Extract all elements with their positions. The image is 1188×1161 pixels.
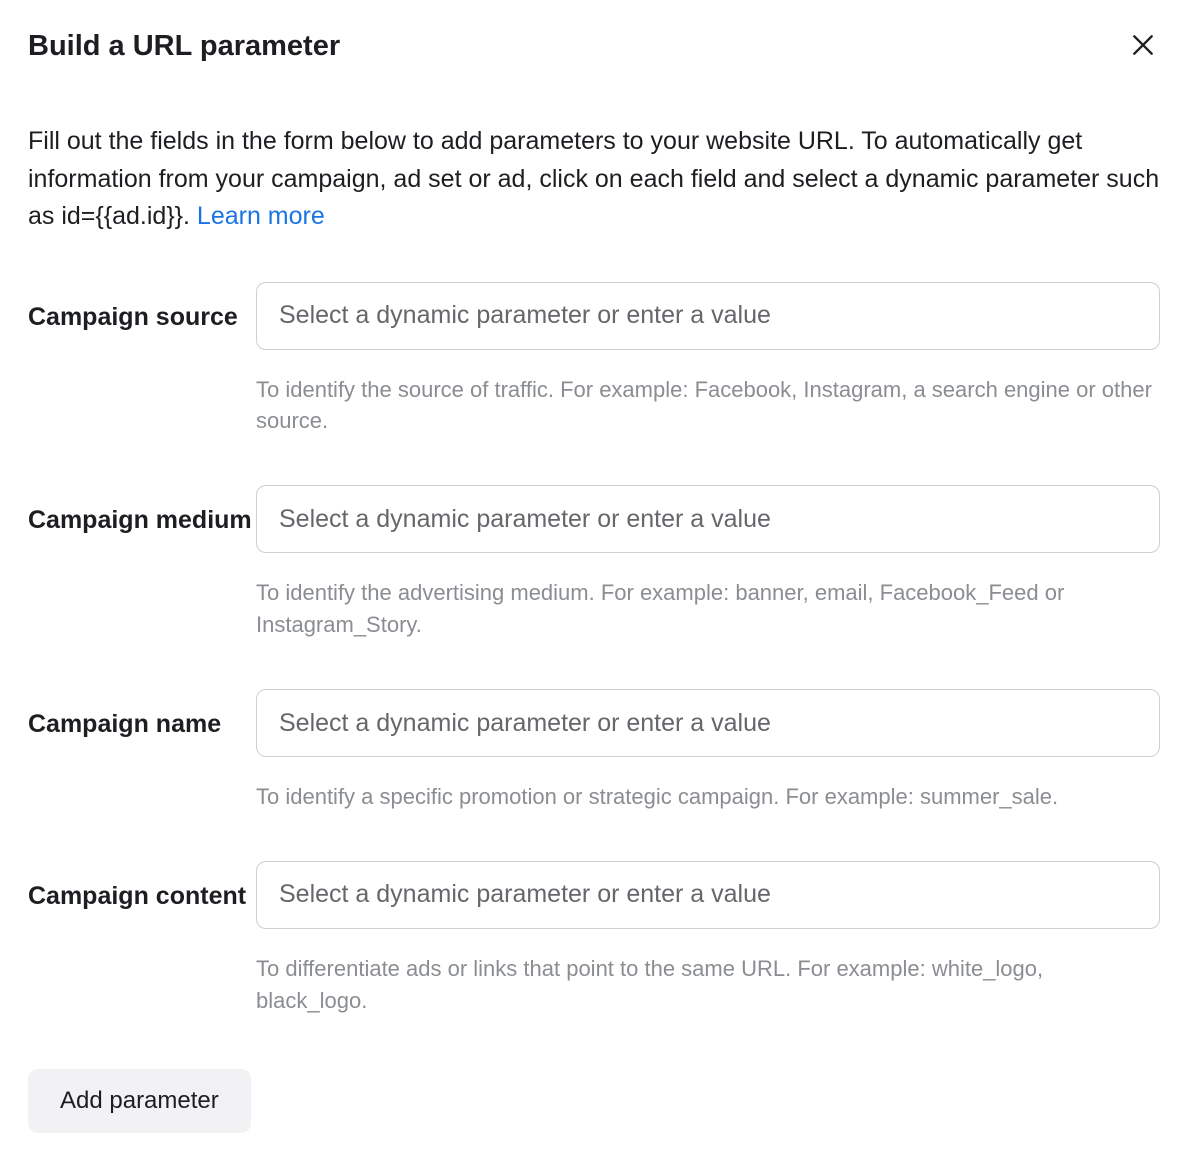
helper-text: To identify the source of traffic. For e… — [256, 374, 1160, 438]
field-campaign-content: Campaign content To differentiate ads or… — [28, 861, 1160, 1017]
close-button[interactable] — [1126, 28, 1160, 65]
field-label: Campaign content — [28, 861, 256, 916]
campaign-name-input[interactable] — [256, 689, 1160, 757]
helper-text: To identify the advertising medium. For … — [256, 577, 1160, 641]
description: Fill out the fields in the form below to… — [28, 123, 1160, 236]
field-label: Campaign source — [28, 282, 256, 337]
add-parameter-button[interactable]: Add parameter — [28, 1069, 251, 1133]
field-label: Campaign name — [28, 689, 256, 744]
page-title: Build a URL parameter — [28, 30, 340, 63]
campaign-source-input[interactable] — [256, 282, 1160, 350]
campaign-content-input[interactable] — [256, 861, 1160, 929]
field-campaign-name: Campaign name To identify a specific pro… — [28, 689, 1160, 813]
campaign-medium-input[interactable] — [256, 485, 1160, 553]
modal-header: Build a URL parameter — [28, 28, 1160, 65]
field-campaign-source: Campaign source To identify the source o… — [28, 282, 1160, 438]
field-body: To identify a specific promotion or stra… — [256, 689, 1160, 813]
learn-more-link[interactable]: Learn more — [197, 202, 325, 230]
field-body: To differentiate ads or links that point… — [256, 861, 1160, 1017]
helper-text: To differentiate ads or links that point… — [256, 953, 1160, 1017]
helper-text: To identify a specific promotion or stra… — [256, 781, 1160, 813]
close-icon — [1130, 32, 1156, 61]
field-label: Campaign medium — [28, 485, 256, 540]
field-body: To identify the advertising medium. For … — [256, 485, 1160, 641]
field-body: To identify the source of traffic. For e… — [256, 282, 1160, 438]
field-campaign-medium: Campaign medium To identify the advertis… — [28, 485, 1160, 641]
